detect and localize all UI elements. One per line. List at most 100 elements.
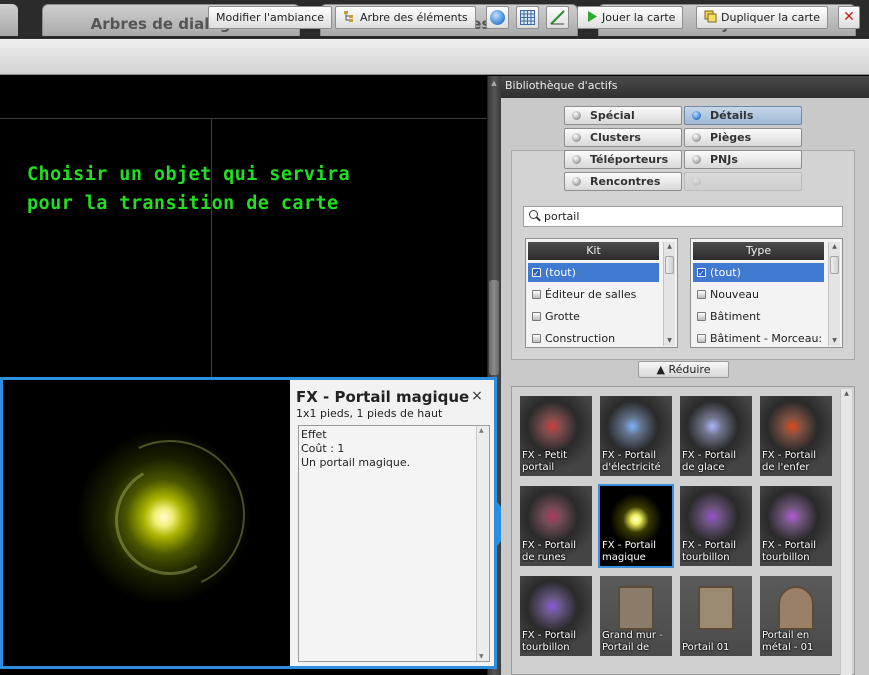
list-header: Kit (528, 242, 659, 260)
category-clusters[interactable]: Clusters (564, 128, 682, 147)
asset-tile[interactable]: FX - Portail d'électricité (600, 396, 672, 476)
grid-toggle-button[interactable] (516, 6, 539, 29)
play-map-button[interactable]: Jouer la carte (577, 6, 684, 29)
radio-icon (692, 133, 701, 142)
category-details[interactable]: Détails (684, 106, 802, 125)
checkbox-icon[interactable] (532, 334, 541, 343)
radio-icon (572, 111, 581, 120)
description-line: Un portail magique. (301, 456, 411, 469)
category-npcs[interactable]: PNJs (684, 150, 802, 169)
category-traps[interactable]: Pièges (684, 128, 802, 147)
close-preview-button[interactable]: × (470, 388, 484, 404)
scroll-up-arrow-icon[interactable]: ▲ (479, 427, 484, 434)
scroll-up-arrow-icon[interactable]: ▲ (829, 242, 840, 252)
sphere-icon (490, 10, 505, 25)
category-label: Clusters (590, 131, 641, 144)
asset-grid-scrollbar[interactable] (840, 389, 852, 675)
category-encounters[interactable]: Rencontres (564, 172, 682, 191)
list-item-label: Bâtiment (710, 310, 761, 323)
category-label: Pièges (710, 131, 752, 144)
scroll-up-arrow-icon[interactable]: ▲ (664, 242, 675, 252)
asset-tile-label: Grand mur - Portail de (602, 630, 663, 653)
element-tree-button[interactable]: Arbre des éléments (335, 6, 476, 29)
grid-icon (520, 10, 535, 25)
category-teleporters[interactable]: Téléporteurs (564, 150, 682, 169)
list-item[interactable]: Grotte (528, 307, 659, 326)
list-item-label: Construction (545, 332, 616, 345)
structure-shape (778, 586, 814, 630)
category-label: Téléporteurs (590, 153, 669, 166)
asset-tile-label: FX - Portail de l'enfer (762, 450, 817, 473)
type-filter-list[interactable]: Type (tout) Nouveau Bâtiment Bâtiment - … (690, 238, 843, 348)
scrollbar-thumb[interactable] (830, 256, 839, 274)
asset-tile[interactable]: FX - Portail magique (598, 484, 674, 568)
list-item[interactable]: Bâtiment (693, 307, 824, 326)
structure-shape (698, 586, 734, 630)
map-grid-line (212, 118, 487, 119)
list-scrollbar[interactable]: ▲ ▼ (663, 242, 675, 346)
toolbar (0, 39, 869, 75)
collapse-filters-button[interactable]: ▲ Réduire (638, 361, 729, 378)
asset-tile[interactable]: FX - Portail tourbillon (680, 486, 752, 566)
asset-tile-label: FX - Portail tourbillon (522, 630, 577, 653)
radio-icon (692, 111, 701, 120)
scrollbar-thumb[interactable] (489, 280, 499, 375)
asset-tile[interactable]: Portail en métal - 01 (760, 576, 832, 656)
list-item-label: Bâtiment - Morceau: (710, 332, 823, 345)
list-scrollbar[interactable]: ▲ ▼ (828, 242, 840, 346)
asset-tile[interactable]: Portail 01 (680, 576, 752, 656)
checkbox-icon[interactable] (697, 312, 706, 321)
close-map-button[interactable]: ✕ (838, 6, 860, 29)
list-item[interactable]: Bâtiment - Morceau: (693, 329, 824, 347)
scroll-up-arrow-icon[interactable]: ▲ (841, 389, 852, 399)
asset-tile-label: FX - Petit portail (522, 450, 568, 473)
radio-icon (572, 177, 581, 186)
list-item[interactable]: (tout) (528, 263, 659, 282)
checkbox-icon[interactable] (532, 290, 541, 299)
checkbox-icon[interactable] (697, 334, 706, 343)
kit-filter-list[interactable]: Kit (tout) Éditeur de salles Grotte Cons… (525, 238, 678, 348)
checkbox-icon[interactable] (532, 312, 541, 321)
search-input[interactable]: portail (523, 206, 843, 227)
asset-dimensions: 1x1 pieds, 1 pieds de haut (296, 407, 443, 420)
asset-tile[interactable]: FX - Portail tourbillon (520, 576, 592, 656)
button-label: Jouer la carte (602, 11, 676, 24)
list-item-label: Nouveau (710, 288, 759, 301)
asset-tile[interactable]: FX - Portail de l'enfer (760, 396, 832, 476)
scroll-down-arrow-icon[interactable]: ▼ (479, 653, 484, 660)
scroll-down-arrow-icon[interactable]: ▼ (829, 336, 840, 346)
map-grid-line (0, 118, 212, 378)
asset-tile[interactable]: FX - Portail tourbillon (760, 486, 832, 566)
category-label: Détails (710, 109, 754, 122)
scroll-up-arrow-icon[interactable]: ▲ (489, 78, 499, 88)
button-label: Dupliquer la carte (721, 11, 820, 24)
tab-partial[interactable] (0, 4, 18, 36)
edit-ambiance-button[interactable]: Modifier l'ambiance (208, 6, 333, 29)
tree-icon (343, 9, 356, 22)
sphere-view-button[interactable] (486, 6, 509, 29)
asset-tile[interactable]: FX - Portail de glace (680, 396, 752, 476)
checkbox-icon[interactable] (532, 264, 541, 282)
play-icon (585, 9, 598, 22)
asset-tile[interactable]: Grand mur - Portail de (600, 576, 672, 656)
list-item[interactable]: Nouveau (693, 285, 824, 304)
list-item[interactable]: Construction (528, 329, 659, 347)
asset-tile[interactable]: FX - Portail de runes (520, 486, 592, 566)
structure-shape (618, 586, 654, 630)
slope-tool-button[interactable] (546, 6, 569, 29)
asset-tile[interactable]: FX - Petit portail (520, 396, 592, 476)
radio-icon (692, 155, 701, 164)
list-item[interactable]: (tout) (693, 263, 824, 282)
asset-tile-label: Portail 01 (682, 642, 730, 653)
category-label: Spécial (590, 109, 635, 122)
scrollbar-thumb[interactable] (665, 256, 674, 274)
description-scrollbar[interactable]: ▲ ▼ (476, 426, 489, 661)
checkbox-icon[interactable] (697, 290, 706, 299)
scroll-down-arrow-icon[interactable]: ▼ (664, 336, 675, 346)
duplicate-map-button[interactable]: Dupliquer la carte (696, 6, 828, 29)
checkbox-icon[interactable] (697, 264, 706, 282)
radio-icon (692, 177, 701, 186)
list-item[interactable]: Éditeur de salles (528, 285, 659, 304)
category-special[interactable]: Spécial (564, 106, 682, 125)
category-label: Rencontres (590, 175, 661, 188)
